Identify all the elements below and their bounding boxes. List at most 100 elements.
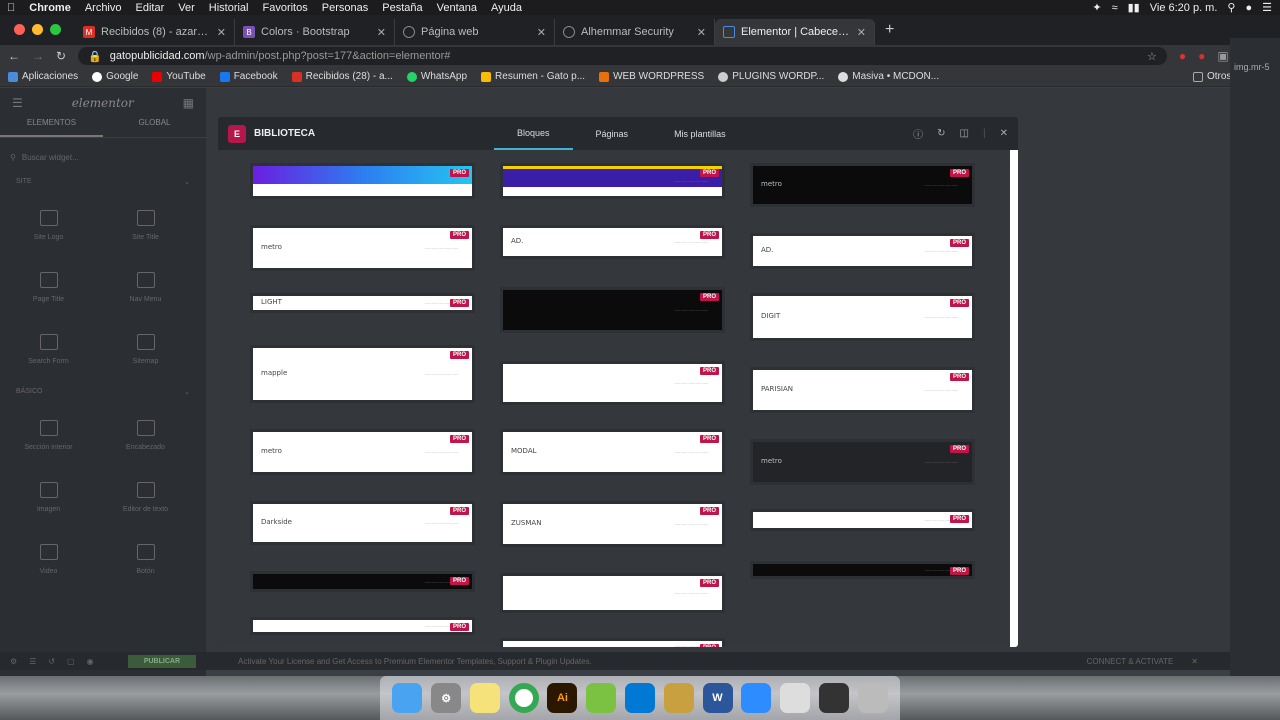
widget-inner-section[interactable]: Sección interior [0,404,97,466]
battery-icon[interactable]: ▮▮ [1128,1,1140,14]
save-icon[interactable]: ◫ [960,128,969,139]
tab-mis-plantillas[interactable]: Mis plantillas [651,117,749,150]
section-site[interactable]: SITE ⌄ [0,170,206,194]
template-thumbnail[interactable]: metro —— —— —— —— —— PRO [253,228,472,268]
new-tab-button[interactable]: + [875,21,904,45]
history-icon[interactable]: ↺ [48,657,55,666]
connect-activate-link[interactable]: CONNECT & ACTIVATE [1087,657,1174,666]
widget-image[interactable]: Imagen [0,466,97,528]
template-thumbnail[interactable]: —— —— —— —— ——PRO [753,564,972,576]
template-thumbnail[interactable]: —— —— —— —— ——PRO [503,364,722,402]
template-thumbnail[interactable]: —— —— —— —— ——PRO [503,641,722,647]
template-thumbnail[interactable]: metro —— —— —— —— —— PRO [753,166,972,204]
menu-editar[interactable]: Editar [129,2,172,14]
tab-elementos[interactable]: ELEMENTOS [0,118,103,137]
section-basico[interactable]: BÁSICO ⌄ [0,380,206,404]
bookmark-star-icon[interactable]: ☆ [1147,50,1157,63]
trash-icon[interactable] [857,683,888,713]
widget-button[interactable]: Botón [97,528,194,590]
close-tab-icon[interactable]: ✕ [377,26,386,39]
tab-bloques[interactable]: Bloques [494,117,573,150]
widget-nav-menu[interactable]: Nav Menu [97,256,194,318]
widget-search[interactable]: ⚲ Buscar widget... [10,150,196,164]
menu-archivo[interactable]: Archivo [78,2,129,14]
forward-icon[interactable]: → [32,49,44,63]
close-icon[interactable]: ✕ [1000,128,1008,139]
maximize-window-button[interactable] [50,24,61,35]
browser-tab[interactable]: M Recibidos (8) - azaroth1309@ ✕ [75,19,235,45]
bookmark-apps[interactable]: Aplicaciones [8,71,78,82]
camtasia-icon[interactable] [586,683,617,713]
zoom-icon[interactable] [741,683,772,713]
bookmark-resumen[interactable]: Resumen - Gato p... [481,71,585,82]
browser-tab-active[interactable]: Elementor | Cabecera de toda ✕ [715,19,875,45]
dismiss-icon[interactable]: ✕ [1191,657,1198,666]
reload-icon[interactable]: ↻ [56,49,66,63]
responsive-icon[interactable]: ▢ [67,657,75,666]
notes-icon[interactable] [469,683,500,713]
browser-tab[interactable]: B Colors · Bootstrap ✕ [235,19,395,45]
bookmark-facebook[interactable]: Facebook [219,71,278,82]
hamburger-icon[interactable]: ☰ [12,96,23,110]
template-thumbnail[interactable]: LIGHT —— —— —— —— —— PRO [253,296,472,310]
menu-app[interactable]: Chrome [22,2,78,14]
template-thumbnail[interactable]: —— —— —— —— ——PRO [253,620,472,632]
address-bar[interactable]: 🔒 gatopublicidad.com/wp-admin/post.php?p… [78,47,1167,65]
close-tab-icon[interactable]: ✕ [697,26,706,39]
word-icon[interactable]: W [702,683,733,713]
illustrator-icon[interactable]: Ai [547,683,578,713]
publish-button[interactable]: PUBLICAR [127,654,196,668]
widget-sitemap[interactable]: Sitemap [97,318,194,380]
template-thumbnail[interactable]: AD. —— —— —— —— —— PRO [753,236,972,266]
wifi-icon[interactable]: ≈ [1112,2,1118,14]
close-tab-icon[interactable]: ✕ [537,26,546,39]
clock[interactable]: Vie 6:20 p. m. [1150,2,1218,14]
template-thumbnail[interactable]: Darkside —— —— —— —— —— PRO [253,504,472,542]
menu-favoritos[interactable]: Favoritos [256,2,315,14]
minimize-window-button[interactable] [32,24,43,35]
widget-site-logo[interactable]: Site Logo [0,194,97,256]
system-preferences-icon[interactable]: ⚙ [431,683,462,713]
template-thumbnail[interactable]: PARISIAN —— —— —— —— —— PRO [753,370,972,410]
settings-icon[interactable]: ⚙ [10,657,17,666]
template-thumbnail[interactable]: —— —— —— —— ——PRO [503,166,722,196]
bookmark-google[interactable]: Google [92,71,138,82]
close-tab-icon[interactable]: ✕ [217,26,226,39]
vscode-icon[interactable] [624,683,655,713]
template-thumbnail[interactable]: —— —— —— —— ——PRO [253,166,472,196]
menu-ver[interactable]: Ver [171,2,202,14]
widget-video[interactable]: Video [0,528,97,590]
search-icon[interactable]: ⚲ [1227,1,1235,14]
grid-icon[interactable]: ▦ [183,96,194,110]
browser-tab[interactable]: Página web ✕ [395,19,555,45]
template-thumbnail[interactable]: —— —— —— —— ——PRO [503,290,722,330]
close-tab-icon[interactable]: ✕ [857,26,866,39]
finder-icon[interactable] [392,683,423,713]
extension-icon[interactable]: ● [1198,49,1205,63]
tab-paginas[interactable]: Páginas [573,117,652,150]
bookmark-web-wordpress[interactable]: WEB WORDPRESS [599,71,704,82]
widget-search-form[interactable]: Search Form [0,318,97,380]
menu-historial[interactable]: Historial [202,2,256,14]
close-window-button[interactable] [14,24,25,35]
navigator-icon[interactable]: ☰ [29,657,36,666]
siri-icon[interactable]: ● [1245,2,1252,14]
bluetooth-icon[interactable]: ✦ [1092,1,1101,14]
template-thumbnail[interactable]: metro —— —— —— —— —— PRO [753,442,972,482]
bookmark-youtube[interactable]: YouTube [152,71,206,82]
widget-page-title[interactable]: Page Title [0,256,97,318]
template-thumbnail[interactable]: mapple —— —— —— —— —— PRO [253,348,472,400]
bookmark-whatsapp[interactable]: WhatsApp [406,71,467,82]
bookmark-plugins[interactable]: PLUGINS WORDP... [718,71,824,82]
tab-global[interactable]: GLOBAL [103,118,206,137]
menu-pestana[interactable]: Pestaña [375,2,429,14]
screenshot-icon[interactable] [818,683,849,713]
widget-site-title[interactable]: Site Title [97,194,194,256]
bookmark-masiva[interactable]: Masiva • MCDON... [838,71,939,82]
sync-icon[interactable]: ↻ [937,128,945,139]
template-thumbnail[interactable]: AD. —— —— —— —— —— PRO [503,228,722,256]
control-center-icon[interactable]: ☰ [1262,1,1272,14]
chrome-icon[interactable] [508,683,539,713]
preview-icon[interactable] [780,683,811,713]
menu-ventana[interactable]: Ventana [430,2,484,14]
